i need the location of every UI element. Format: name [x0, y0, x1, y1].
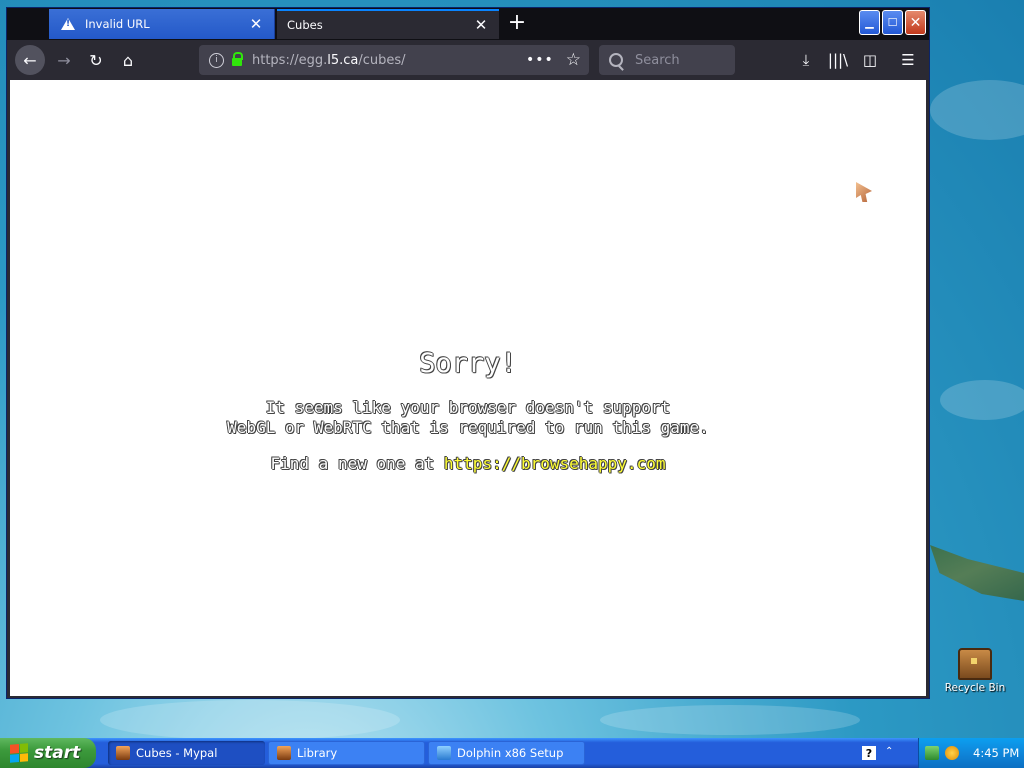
taskbar-item-label: Cubes - Mypal	[136, 746, 218, 760]
tab-cubes[interactable]: Cubes ✕	[277, 9, 499, 39]
maximize-button[interactable]: ☐	[882, 10, 903, 35]
library-app-icon	[277, 746, 291, 760]
search-tray-icon[interactable]	[945, 746, 959, 760]
arrow-left-icon: ←	[23, 50, 37, 70]
chevron-up-icon[interactable]: ⌃	[885, 746, 893, 757]
clock[interactable]: 4:45 PM	[973, 746, 1019, 760]
browsehappy-link[interactable]: https://browsehappy.com	[444, 454, 666, 473]
taskbar-item-cubes[interactable]: Cubes - Mypal	[108, 741, 265, 765]
message-line-1: It seems like your browser doesn't suppo…	[265, 398, 671, 417]
taskbar-item-dolphin[interactable]: Dolphin x86 Setup	[428, 741, 585, 765]
taskbar-item-label: Dolphin x86 Setup	[457, 746, 564, 760]
recycle-bin-icon	[958, 648, 992, 680]
system-tray: 4:45 PM	[918, 738, 1024, 768]
start-label: start	[34, 743, 81, 763]
search-icon	[609, 53, 623, 67]
tab-close-button[interactable]: ✕	[246, 14, 266, 34]
recycle-bin-label: Recycle Bin	[944, 682, 1006, 694]
sidebar-icon: ◫	[862, 51, 878, 69]
windows-flag-icon	[10, 743, 28, 763]
mouse-cursor-icon	[856, 182, 872, 202]
page-title: Sorry!	[419, 348, 517, 379]
url-domain: l5.ca	[327, 52, 359, 68]
warning-icon	[61, 18, 75, 30]
desktop-edge-fragment	[0, 200, 6, 210]
lock-icon[interactable]	[232, 52, 243, 66]
home-icon: ⌂	[122, 50, 134, 70]
arrow-right-icon: →	[57, 50, 71, 70]
downloads-button[interactable]: ⤓	[791, 45, 821, 75]
tab-label: Invalid URL	[85, 17, 150, 31]
forward-button[interactable]: →	[49, 45, 79, 75]
menu-button[interactable]: ☰	[893, 45, 923, 75]
library-button[interactable]: |||\	[823, 45, 853, 75]
message-prefix: Find a new one at	[270, 454, 444, 473]
tab-label: Cubes	[287, 18, 323, 32]
library-icon: |||\	[827, 51, 849, 69]
taskbar: start Cubes - Mypal Library Dolphin x86 …	[0, 738, 1024, 768]
download-icon: ⤓	[802, 51, 810, 69]
taskbar-item-library[interactable]: Library	[268, 741, 425, 765]
page-content: Sorry! It seems like your browser doesn'…	[10, 80, 926, 696]
browser-window: Invalid URL ✕ Cubes ✕ + ▁ ☐ ✕ ← → ↻ ⌂ i …	[6, 7, 930, 699]
taskbar-item-label: Library	[297, 746, 338, 760]
search-input[interactable]	[633, 51, 727, 69]
new-tab-button[interactable]: +	[505, 12, 529, 36]
tab-bar: Invalid URL ✕ Cubes ✕ + ▁ ☐ ✕	[7, 8, 929, 40]
info-icon[interactable]: i	[209, 52, 224, 68]
message-line-3: Find a new one at https://browsehappy.co…	[10, 454, 926, 473]
url-path: /cubes/	[358, 52, 406, 68]
navigation-toolbar: ← → ↻ ⌂ i https://egg.l5.ca/cubes/ ••• ☆…	[7, 40, 929, 80]
minimize-button[interactable]: ▁	[859, 10, 880, 35]
start-button[interactable]: start	[0, 738, 96, 768]
url-text[interactable]: https://egg.l5.ca/cubes/	[252, 53, 526, 68]
message-line-2: WebGL or WebRTC that is required to run …	[227, 418, 709, 437]
hamburger-menu-icon: ☰	[901, 51, 915, 69]
desktop-wave	[930, 80, 1024, 140]
desktop-wave	[940, 380, 1024, 420]
dolphin-icon	[437, 746, 451, 760]
network-icon[interactable]	[925, 746, 939, 760]
mypal-icon	[116, 746, 130, 760]
tab-invalid-url[interactable]: Invalid URL ✕	[49, 9, 275, 39]
tab-close-button[interactable]: ✕	[471, 15, 491, 35]
back-button[interactable]: ←	[15, 45, 45, 75]
reload-icon: ↻	[89, 50, 103, 70]
search-box[interactable]	[599, 45, 735, 75]
help-icon[interactable]: ?	[862, 746, 876, 760]
desktop-wave	[600, 705, 860, 735]
recycle-bin[interactable]: Recycle Bin	[944, 648, 1006, 694]
starfish-wallpaper	[930, 545, 1024, 601]
desktop-wave	[100, 700, 400, 740]
page-actions-icon[interactable]: •••	[526, 52, 554, 68]
url-prefix: https://egg.	[252, 52, 328, 68]
reload-button[interactable]: ↻	[81, 45, 111, 75]
close-window-button[interactable]: ✕	[905, 10, 926, 35]
bookmark-star-icon[interactable]: ☆	[566, 50, 581, 70]
home-button[interactable]: ⌂	[113, 45, 143, 75]
url-bar[interactable]: i https://egg.l5.ca/cubes/ ••• ☆	[199, 45, 589, 75]
sidebar-button[interactable]: ◫	[855, 45, 885, 75]
